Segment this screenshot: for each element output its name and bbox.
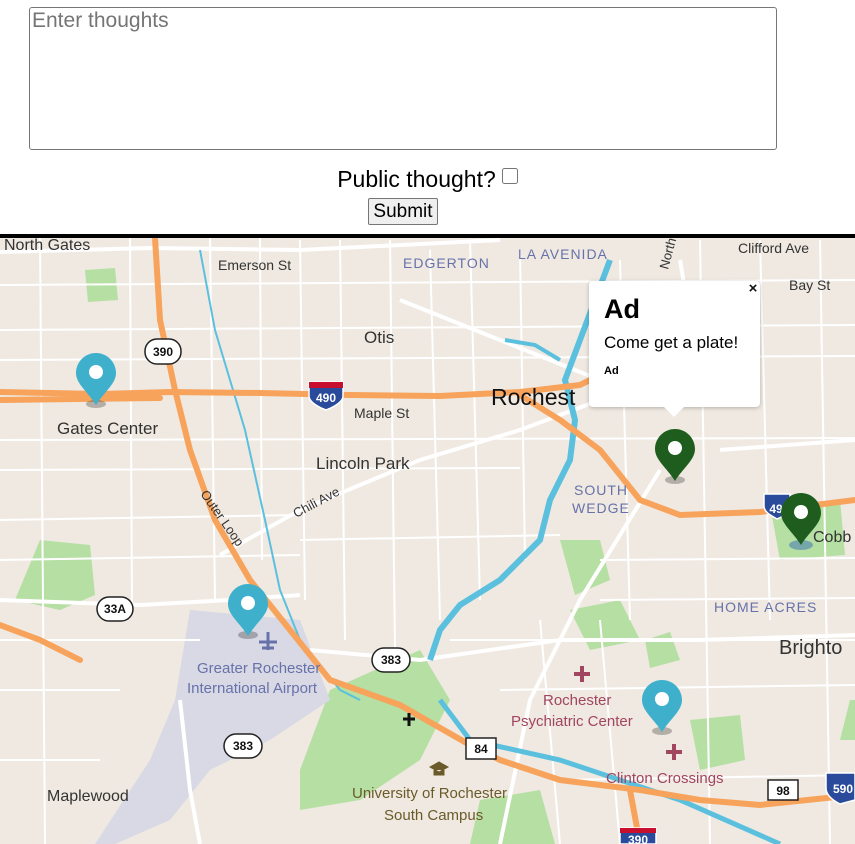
label-south: SOUTH [574, 482, 628, 498]
label-wedge: WEDGE [572, 500, 630, 516]
label-otis: Otis [364, 328, 394, 347]
shield-98: 98 [767, 779, 799, 801]
shield-490-label: 490 [316, 391, 336, 405]
shield-390-south: 390 [619, 827, 657, 844]
label-cobb: Cobb [813, 529, 851, 546]
shield-383-south: 383 [223, 733, 263, 759]
popup-title: Ad [604, 294, 640, 324]
popup-footer: Ad [604, 365, 619, 377]
label-home-acres: HOME ACRES [714, 599, 817, 615]
shield-98-label: 98 [776, 784, 790, 798]
ad-popup: × Ad Come get a plate! Ad [589, 281, 760, 417]
label-la-avenida: LA AVENIDA [518, 246, 608, 262]
shield-383-south-label: 383 [233, 739, 253, 753]
label-psych-1: Rochester [543, 692, 611, 709]
thoughts-textarea[interactable] [29, 7, 777, 150]
map[interactable]: North Gates Emerson St EDGERTON LA AVENI… [0, 234, 855, 844]
label-north-gates: North Gates [4, 238, 90, 254]
label-airport-1: Greater Rochester [197, 660, 320, 677]
label-rochester: Rochest [491, 384, 576, 410]
shield-84: 84 [465, 737, 497, 760]
popup-close-button[interactable]: × [746, 281, 760, 297]
label-brighton: Brighto [779, 637, 842, 659]
shield-33a: 33A [96, 596, 134, 622]
label-emerson: Emerson St [218, 257, 291, 273]
shield-383-north: 383 [371, 647, 411, 673]
label-maplewood: Maplewood [47, 788, 129, 805]
shield-490-east-label: 49 [769, 502, 783, 516]
popup-body: Come get a plate! [604, 333, 739, 352]
shield-390: 390 [144, 338, 182, 365]
shield-383-north-label: 383 [381, 653, 401, 667]
public-thought-checkbox[interactable] [501, 168, 518, 184]
label-uofr-1: University of Rochester [352, 785, 507, 802]
label-clifford: Clifford Ave [738, 240, 809, 256]
label-edgerton: EDGERTON [403, 255, 490, 271]
shield-33a-label: 33A [104, 602, 126, 616]
label-psych-2: Psychiatric Center [511, 713, 633, 730]
label-gates-center: Gates Center [57, 419, 158, 438]
shield-390-label: 390 [153, 345, 173, 359]
label-uofr-2: South Campus [384, 807, 483, 824]
label-airport-2: International Airport [187, 680, 318, 697]
public-thought-row: Public thought? [0, 166, 855, 193]
shield-84-label: 84 [474, 742, 488, 756]
label-maple: Maple St [354, 405, 409, 421]
shield-590-label: 590 [833, 782, 853, 796]
public-thought-label: Public thought? [337, 166, 496, 192]
label-bay: Bay St [789, 277, 830, 293]
label-clinton: Clinton Crossings [606, 770, 724, 787]
submit-button[interactable]: Submit [368, 198, 438, 225]
shield-390-south-label: 390 [628, 833, 648, 844]
label-lincoln-park: Lincoln Park [316, 454, 410, 473]
